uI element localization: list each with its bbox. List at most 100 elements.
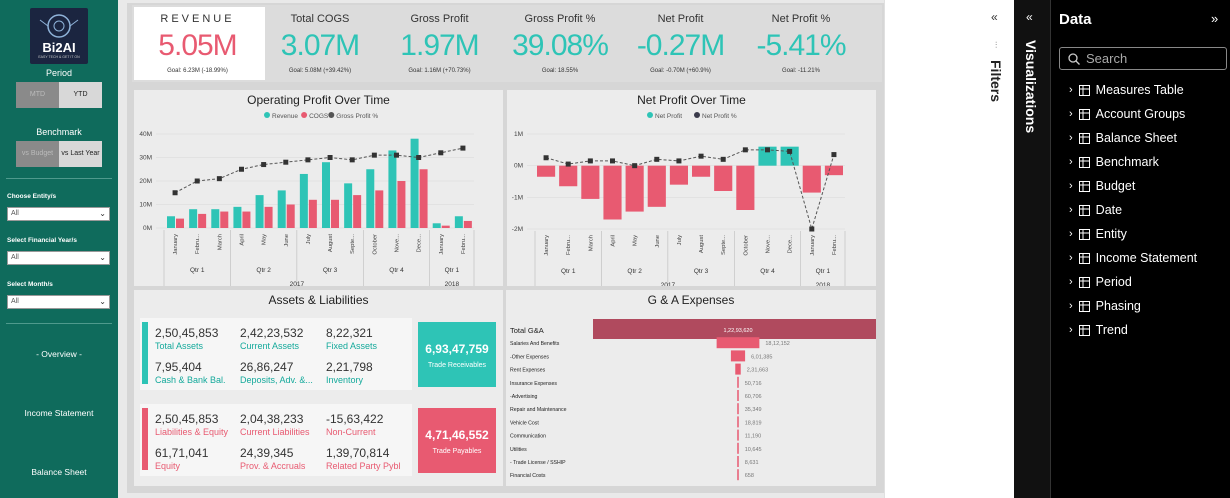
line-point[interactable] (283, 159, 289, 165)
revenue-bar[interactable] (432, 223, 441, 228)
revenue-bar[interactable] (388, 150, 397, 228)
funnel-bar[interactable] (737, 403, 739, 415)
funnel-bar[interactable] (730, 350, 746, 362)
revenue-bar[interactable] (344, 183, 353, 228)
line-point[interactable] (809, 226, 815, 232)
revenue-bar[interactable] (167, 216, 175, 228)
line-point[interactable] (698, 153, 704, 159)
cogs-bar[interactable] (375, 190, 384, 228)
funnel-bar[interactable] (737, 390, 739, 401)
trade-receivables-card[interactable]: 6,93,47,759 Trade Receivables (418, 322, 496, 387)
net-profit-bar[interactable] (581, 165, 600, 199)
line-point[interactable] (742, 147, 748, 153)
net-profit-bar[interactable] (736, 165, 755, 210)
line-point[interactable] (371, 152, 377, 158)
kpi-card[interactable]: Net Profit % -5.41% Goal: -11.21% (741, 5, 861, 78)
cogs-bar[interactable] (308, 199, 317, 228)
net-profit-bar[interactable] (714, 165, 733, 191)
net-profit-bar[interactable] (559, 165, 578, 187)
line-point[interactable] (438, 150, 444, 156)
cogs-bar[interactable] (419, 169, 428, 228)
cogs-bar[interactable] (286, 204, 295, 229)
collapse-icon[interactable]: « (991, 10, 998, 24)
cogs-bar[interactable] (198, 213, 207, 228)
net-profit-bar[interactable] (647, 165, 666, 207)
data-table-item[interactable]: › Balance Sheet (1069, 131, 1177, 145)
data-table-item[interactable]: › Trend (1069, 323, 1128, 337)
line-point[interactable] (765, 147, 770, 153)
revenue-bar[interactable] (189, 209, 198, 228)
trade-payables-card[interactable]: 4,71,46,552 Trade Payables (418, 408, 496, 473)
funnel-bar[interactable] (737, 456, 739, 467)
net-profit-bar[interactable] (669, 165, 688, 185)
net-profit-bar[interactable] (802, 165, 821, 193)
data-table-item[interactable]: › Entity (1069, 227, 1127, 241)
nav-balance-sheet[interactable]: Balance Sheet (0, 467, 118, 477)
revenue-bar[interactable] (211, 209, 220, 228)
funnel-bar[interactable] (737, 376, 739, 388)
kpi-card[interactable]: Total COGS 3.07M Goal: 5.08M (+39.42%) (260, 5, 380, 78)
line-point[interactable] (305, 157, 311, 163)
line-point[interactable] (194, 178, 200, 184)
line-point[interactable] (394, 152, 399, 158)
revenue-bar[interactable] (299, 173, 308, 228)
line-point[interactable] (460, 145, 466, 151)
cogs-bar[interactable] (176, 218, 184, 228)
vs-last-year-button[interactable]: vs Last Year (59, 141, 102, 167)
line-point[interactable] (261, 162, 267, 168)
cogs-bar[interactable] (220, 211, 229, 228)
data-table-item[interactable]: › Period (1069, 275, 1132, 289)
vs-budget-button[interactable]: vs Budget (16, 141, 59, 167)
data-table-item[interactable]: › Date (1069, 203, 1122, 217)
data-table-item[interactable]: › Income Statement (1069, 251, 1197, 265)
funnel-bar[interactable] (737, 442, 739, 454)
revenue-bar[interactable] (233, 206, 242, 228)
net-profit-bar[interactable] (603, 165, 622, 220)
ga-expenses-chart[interactable]: G & A Expenses Total G&A 1,22,93,620 Salar… (506, 290, 876, 486)
funnel-bar[interactable] (735, 363, 741, 375)
line-point[interactable] (349, 157, 355, 163)
financial-year-select[interactable]: All ⌄ (7, 251, 110, 265)
kpi-card[interactable]: Gross Profit 1.97M Goal: 1.16M (+70.73%) (379, 5, 500, 78)
month-select[interactable]: All ⌄ (7, 295, 110, 309)
line-point[interactable] (676, 158, 682, 164)
funnel-bar[interactable] (737, 469, 739, 481)
revenue-bar[interactable] (255, 195, 264, 228)
cogs-bar[interactable] (463, 220, 472, 228)
nav-income-statement[interactable]: Income Statement (0, 408, 118, 418)
net-profit-bar[interactable] (824, 165, 843, 176)
data-table-item[interactable]: › Account Groups (1069, 107, 1185, 121)
net-profit-bar[interactable] (692, 165, 711, 177)
line-point[interactable] (565, 161, 571, 167)
revenue-bar[interactable] (454, 216, 463, 228)
kpi-card[interactable]: Net Profit -0.27M Goal: -0.70M (+60.9%) (620, 5, 741, 78)
cogs-bar[interactable] (242, 211, 251, 228)
line-point[interactable] (787, 148, 793, 154)
cogs-bar[interactable] (353, 195, 362, 228)
net-profit-bar[interactable] (625, 165, 644, 212)
cogs-bar[interactable] (264, 206, 273, 228)
line-point[interactable] (831, 152, 837, 158)
line-point[interactable] (543, 155, 549, 161)
net-profit-bar[interactable] (537, 165, 556, 177)
expand-icon[interactable]: » (1211, 11, 1218, 26)
ytd-button[interactable]: YTD (59, 82, 102, 108)
line-point[interactable] (416, 155, 422, 160)
nav-overview[interactable]: - Overview - (0, 349, 118, 359)
line-point[interactable] (654, 156, 660, 162)
kpi-card[interactable]: Gross Profit % 39.08% Goal: 18.55% (500, 5, 620, 78)
line-point[interactable] (587, 158, 593, 164)
filters-label[interactable]: Filters (988, 60, 1004, 102)
collapse-icon[interactable]: « (1026, 10, 1033, 24)
data-table-item[interactable]: › Budget (1069, 179, 1135, 193)
line-point[interactable] (632, 163, 638, 169)
line-point[interactable] (172, 190, 178, 196)
line-point[interactable] (239, 166, 244, 172)
cogs-bar[interactable] (397, 181, 406, 228)
operating-profit-chart[interactable]: Operating Profit Over Time Revenue COGS Gr… (134, 90, 503, 286)
line-point[interactable] (327, 155, 333, 160)
kpi-card[interactable]: REVENUE 5.05M Goal: 6.23M (-18.99%) (132, 5, 263, 78)
search-input[interactable]: Search (1059, 47, 1227, 70)
funnel-bar[interactable] (737, 429, 739, 441)
data-table-item[interactable]: › Measures Table (1069, 83, 1184, 97)
